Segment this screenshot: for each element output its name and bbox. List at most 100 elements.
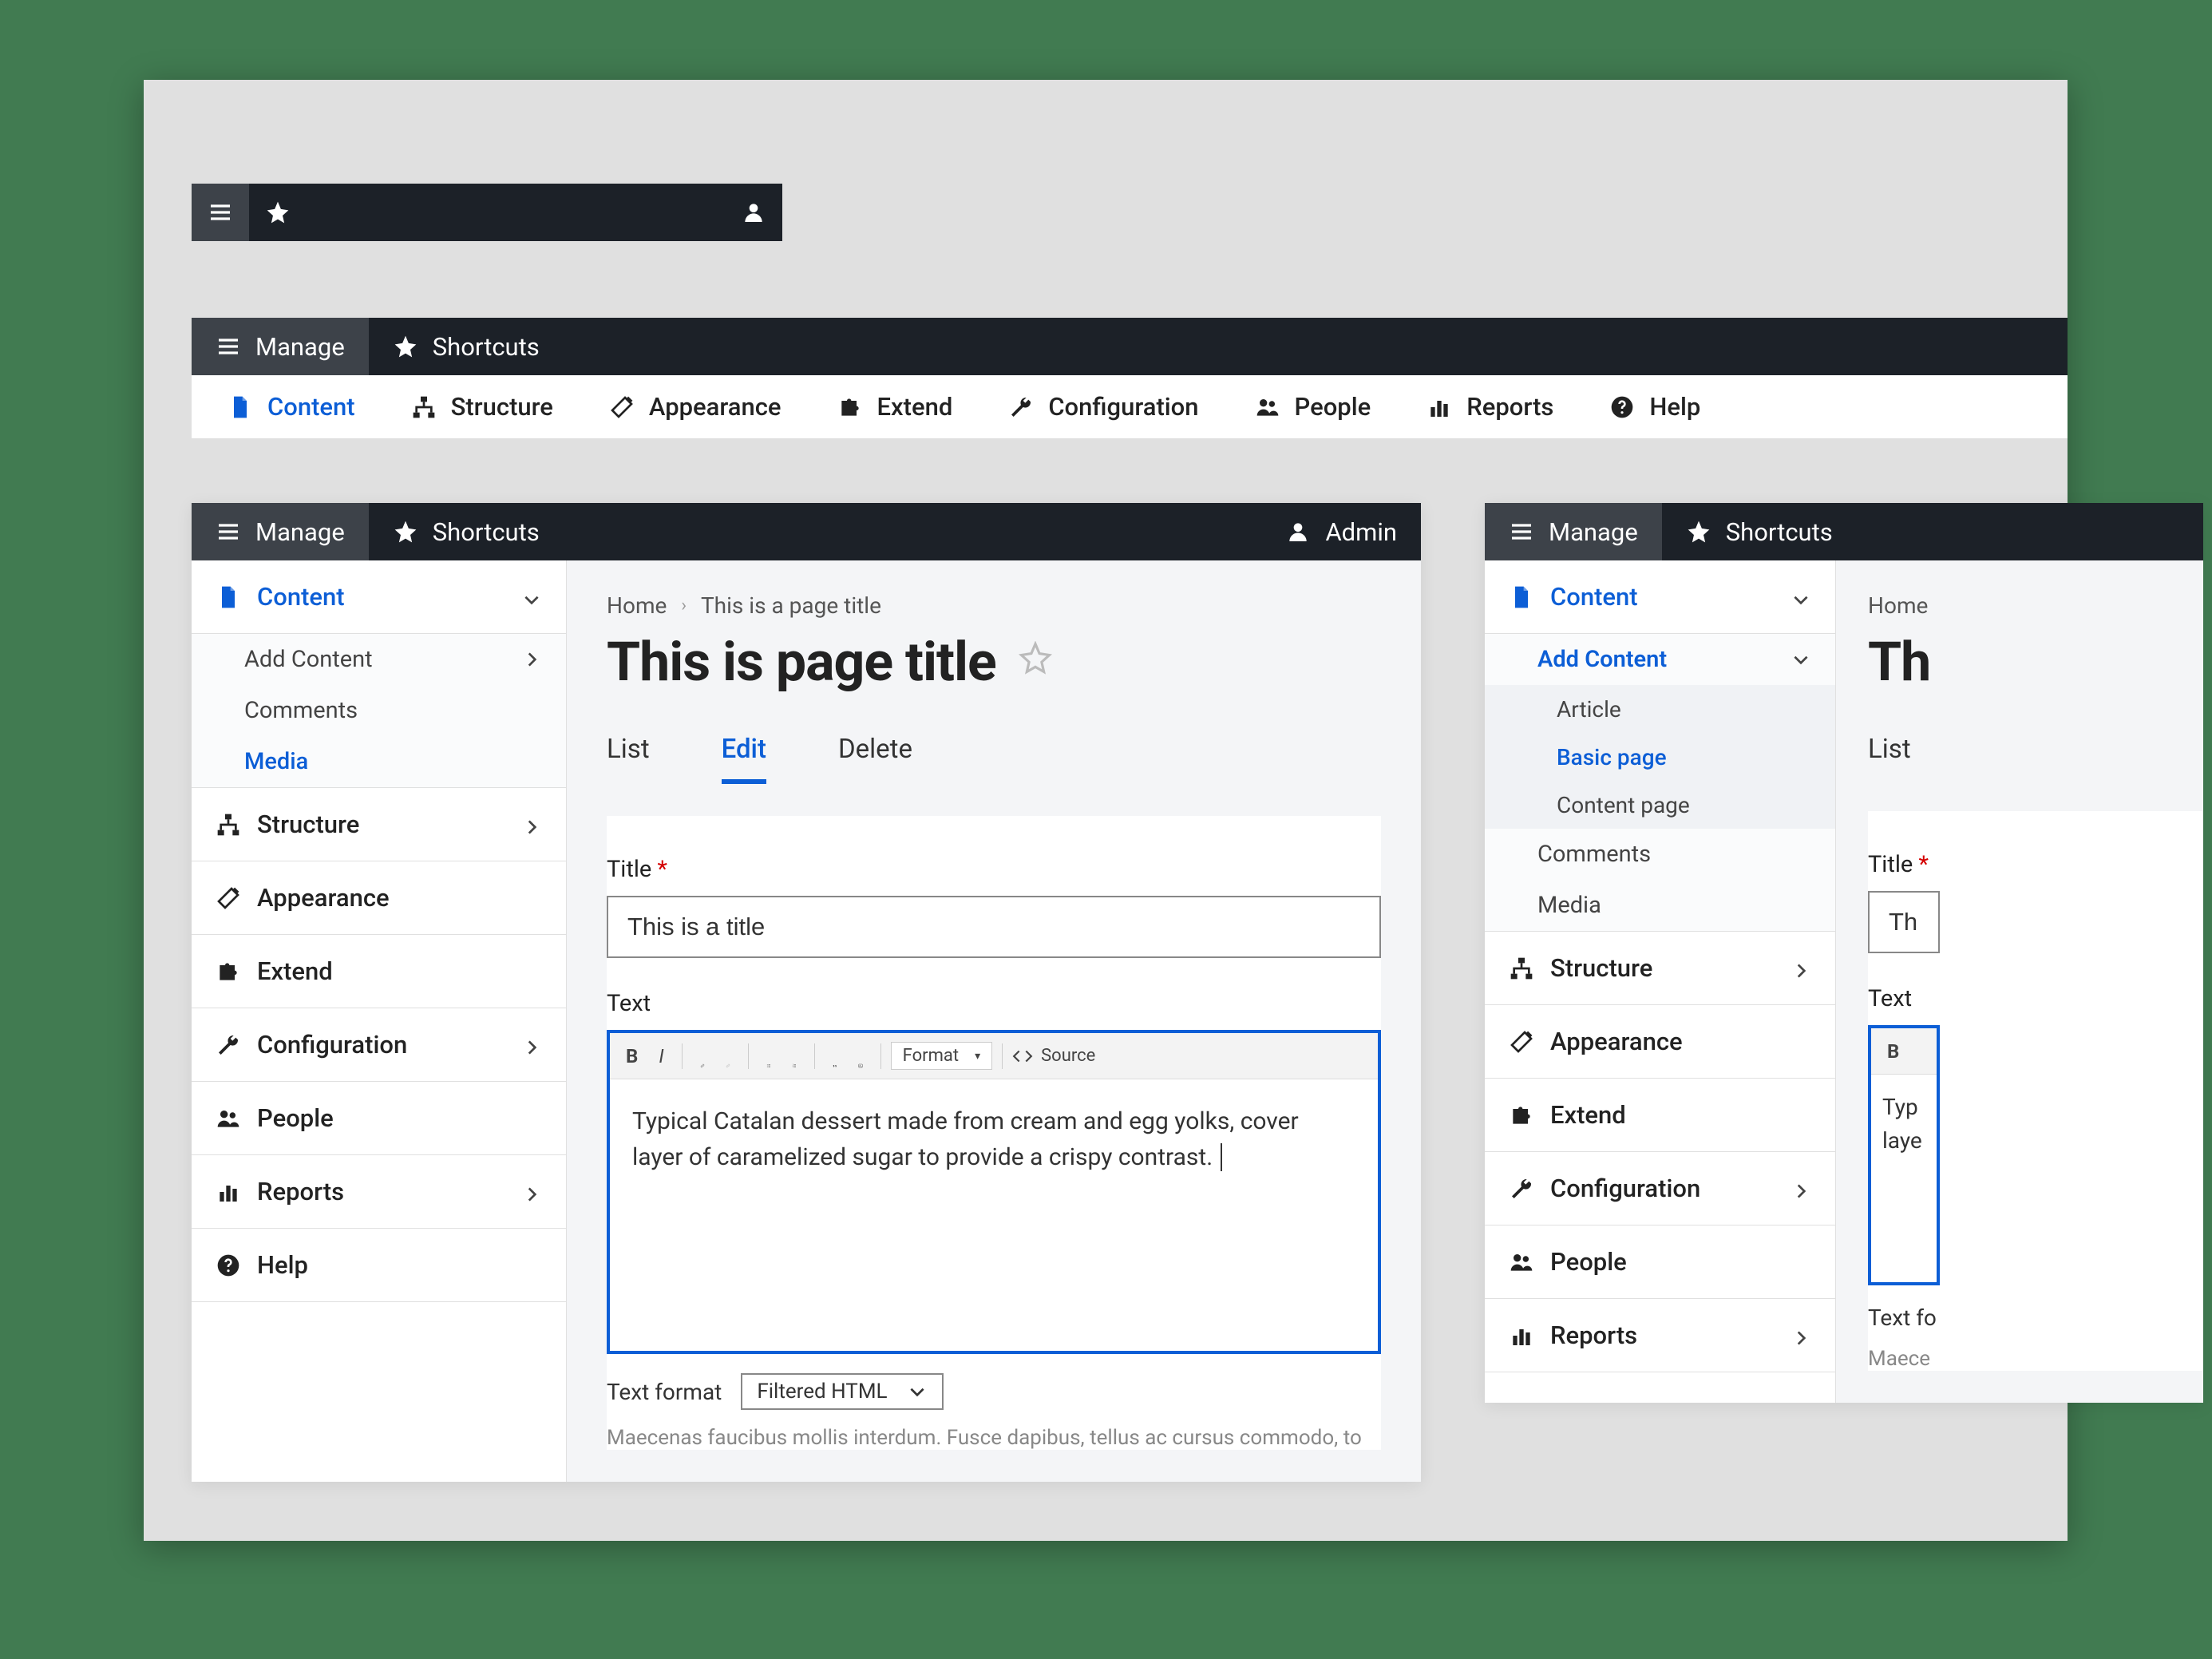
sidebar-item-content[interactable]: Content bbox=[192, 560, 566, 634]
sidebar-item-add-content[interactable]: Add Content bbox=[192, 634, 566, 685]
shortcuts-tab[interactable]: Shortcuts bbox=[369, 503, 564, 560]
breadcrumb-current: This is a page title bbox=[701, 592, 881, 619]
chevron-right-icon bbox=[521, 649, 542, 670]
chevron-right-icon: › bbox=[681, 596, 687, 616]
sidebar-item-basic-page[interactable]: Basic page bbox=[1485, 733, 1835, 781]
chevron-right-icon bbox=[521, 814, 542, 835]
manage-tab[interactable]: Manage bbox=[192, 503, 369, 560]
bold-button[interactable]: B bbox=[1879, 1035, 1907, 1067]
nav-structure[interactable]: Structure bbox=[383, 375, 581, 438]
bullet-list-button[interactable] bbox=[758, 1046, 779, 1067]
manage-label: Manage bbox=[255, 517, 345, 547]
italic-button[interactable]: I bbox=[651, 1040, 671, 1072]
sidebar-item-people[interactable]: People bbox=[1485, 1225, 1835, 1299]
sidebar-item-label: Media bbox=[1537, 892, 1601, 919]
hierarchy-icon bbox=[1509, 956, 1534, 981]
sidebar-item-label: Add Content bbox=[1537, 646, 1667, 673]
panel-a-toolbar: Manage Shortcuts Admin bbox=[192, 503, 1421, 560]
sidebar-item-appearance[interactable]: Appearance bbox=[192, 861, 566, 935]
tab-list[interactable]: List bbox=[607, 734, 650, 784]
format-dropdown[interactable]: Format ▾ bbox=[891, 1042, 992, 1070]
text-label: Text bbox=[1868, 985, 2203, 1012]
image-button[interactable] bbox=[850, 1046, 871, 1067]
nav-configuration[interactable]: Configuration bbox=[980, 375, 1226, 438]
editor-toolbar: B bbox=[1871, 1028, 1937, 1075]
sidebar-item-structure[interactable]: Structure bbox=[192, 788, 566, 861]
tab-edit[interactable]: Edit bbox=[722, 734, 766, 784]
nav-label: People bbox=[1295, 392, 1371, 422]
title-input[interactable] bbox=[1868, 891, 1940, 953]
shortcuts-label: Shortcuts bbox=[1726, 517, 1833, 547]
content-area-b: Home Th List Title * Text B bbox=[1836, 560, 2203, 1403]
sidebar-item-article[interactable]: Article bbox=[1485, 685, 1835, 733]
sidebar-item-help[interactable]: Help bbox=[192, 1229, 566, 1302]
text-format-value: Filtered HTML bbox=[757, 1380, 887, 1404]
nav-appearance[interactable]: Appearance bbox=[581, 375, 809, 438]
menu-icon bbox=[1509, 519, 1534, 544]
sidebar-item-extend[interactable]: Extend bbox=[192, 935, 566, 1008]
sidebar-item-add-content[interactable]: Add Content bbox=[1485, 634, 1835, 685]
shortcuts-label: Shortcuts bbox=[433, 517, 540, 547]
shortcuts-toggle[interactable] bbox=[249, 200, 307, 225]
nav-help[interactable]: Help bbox=[1581, 375, 1728, 438]
numbered-list-button[interactable] bbox=[784, 1046, 805, 1067]
content-area-a: Home › This is a page title This is page… bbox=[567, 560, 1421, 1482]
canvas-background: Manage Shortcuts Content Structure Appea… bbox=[144, 80, 2068, 1541]
text-format-select[interactable]: Filtered HTML bbox=[741, 1373, 943, 1410]
nav-content[interactable]: Content bbox=[200, 375, 383, 438]
nav-people[interactable]: People bbox=[1227, 375, 1399, 438]
separator bbox=[748, 1043, 749, 1069]
tab-list[interactable]: List bbox=[1868, 734, 1911, 779]
nav-reports[interactable]: Reports bbox=[1399, 375, 1581, 438]
editor-textarea[interactable]: Typ laye bbox=[1871, 1075, 1937, 1282]
user-menu-toggle[interactable] bbox=[725, 200, 782, 225]
sidebar-item-label: Content bbox=[257, 582, 345, 612]
shortcuts-tab[interactable]: Shortcuts bbox=[1662, 503, 1857, 560]
manage-tab[interactable]: Manage bbox=[1485, 503, 1662, 560]
unlink-button[interactable] bbox=[718, 1046, 738, 1067]
breadcrumb-home[interactable]: Home bbox=[1868, 592, 1928, 619]
sidebar-item-label: Basic page bbox=[1557, 744, 1667, 770]
sidebar-item-comments[interactable]: Comments bbox=[1485, 829, 1835, 880]
sidebar-item-reports[interactable]: Reports bbox=[1485, 1299, 1835, 1372]
nav-extend[interactable]: Extend bbox=[809, 375, 981, 438]
sidebar-item-media[interactable]: Media bbox=[1485, 880, 1835, 931]
menu-icon bbox=[208, 200, 233, 225]
shortcuts-tab[interactable]: Shortcuts bbox=[369, 318, 564, 375]
source-button[interactable]: Source bbox=[1012, 1046, 1095, 1067]
star-icon bbox=[393, 334, 418, 359]
wand-icon bbox=[609, 394, 635, 420]
editor-textarea[interactable]: Typical Catalan dessert made from cream … bbox=[610, 1079, 1378, 1351]
chevron-right-icon bbox=[521, 1035, 542, 1055]
link-button[interactable] bbox=[692, 1046, 713, 1067]
sidebar-item-configuration[interactable]: Configuration bbox=[192, 1008, 566, 1082]
breadcrumb-home[interactable]: Home bbox=[607, 592, 667, 619]
sidebar-item-media[interactable]: Media bbox=[192, 736, 566, 787]
bold-button[interactable]: B bbox=[618, 1040, 646, 1072]
sidebar-item-reports[interactable]: Reports bbox=[192, 1155, 566, 1229]
admin-user-tab[interactable]: Admin bbox=[1261, 503, 1421, 560]
menu-toggle[interactable] bbox=[192, 184, 249, 241]
file-icon bbox=[228, 394, 253, 420]
blockquote-button[interactable] bbox=[825, 1046, 845, 1067]
sidebar-item-configuration[interactable]: Configuration bbox=[1485, 1152, 1835, 1225]
title-input[interactable] bbox=[607, 896, 1381, 958]
nav-label: Help bbox=[1649, 392, 1700, 422]
favorite-toggle[interactable] bbox=[1019, 641, 1052, 683]
manage-tab[interactable]: Manage bbox=[192, 318, 369, 375]
sidebar-item-label: Content page bbox=[1557, 792, 1690, 818]
chevron-right-icon bbox=[1791, 1178, 1811, 1199]
tab-delete[interactable]: Delete bbox=[838, 734, 912, 784]
sidebar-item-content-page[interactable]: Content page bbox=[1485, 781, 1835, 829]
separator bbox=[1002, 1043, 1003, 1069]
sidebar-item-people[interactable]: People bbox=[192, 1082, 566, 1155]
sidebar-item-structure[interactable]: Structure bbox=[1485, 932, 1835, 1005]
sidebar-item-content[interactable]: Content bbox=[1485, 560, 1835, 634]
format-hint: Maecenas faucibus mollis interdum. Fusce… bbox=[607, 1426, 1381, 1450]
sidebar-item-extend[interactable]: Extend bbox=[1485, 1079, 1835, 1152]
file-icon bbox=[216, 584, 241, 610]
people-icon bbox=[1255, 394, 1280, 420]
sidebar-item-appearance[interactable]: Appearance bbox=[1485, 1005, 1835, 1079]
mini-toolbar bbox=[192, 184, 782, 241]
sidebar-item-comments[interactable]: Comments bbox=[192, 685, 566, 736]
